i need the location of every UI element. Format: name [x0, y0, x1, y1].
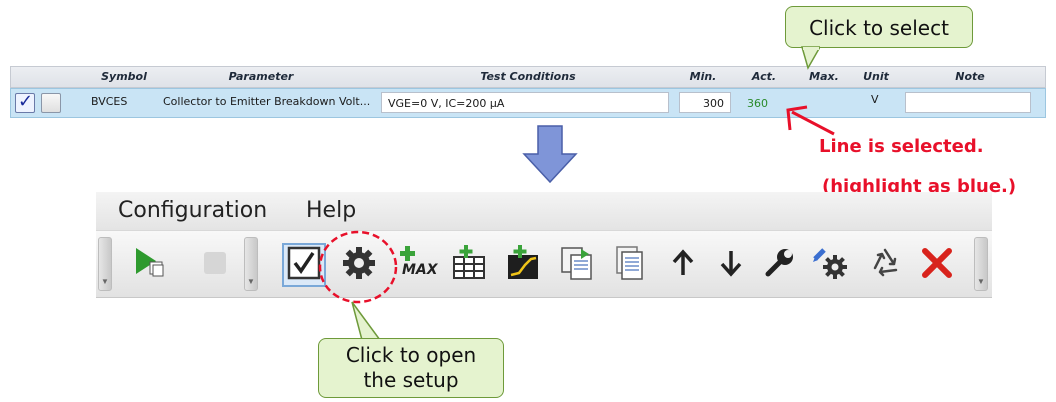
- test-item-table: Symbol Parameter Test Conditions Min. Ac…: [10, 66, 1046, 118]
- callout-pointer-bottom: [351, 301, 382, 341]
- menu-configuration[interactable]: Configuration: [118, 198, 267, 223]
- recycle-button[interactable]: [866, 244, 904, 282]
- copy-button[interactable]: [558, 244, 596, 282]
- cell-symbol: BVCES: [91, 95, 128, 108]
- callout-click-to-open: Click to open the setup: [318, 338, 504, 398]
- copy-icon: [561, 247, 592, 280]
- header-unit: Unit: [863, 70, 889, 83]
- table-header: Symbol Parameter Test Conditions Min. Ac…: [10, 66, 1046, 88]
- edit-settings-button[interactable]: [812, 244, 850, 282]
- header-parameter: Parameter: [228, 70, 294, 83]
- line-selected-note: Line is selected.: [819, 136, 984, 157]
- add-max-button[interactable]: MAX: [396, 244, 442, 282]
- table-row-selected[interactable]: BVCES Collector to Emitter Breakdown Vol…: [10, 88, 1046, 118]
- header-test-conditions: Test Conditions: [480, 70, 576, 83]
- min-field[interactable]: 300: [679, 92, 731, 113]
- cell-parameter: Collector to Emitter Breakdown Volt...: [163, 95, 371, 108]
- run-icon: [136, 248, 164, 277]
- add-table-button[interactable]: [450, 244, 488, 282]
- stop-icon: [204, 252, 226, 274]
- row-select-button[interactable]: [41, 93, 61, 113]
- add-graph-button[interactable]: [504, 244, 542, 282]
- arrow-down-icon: [720, 251, 742, 277]
- run-button[interactable]: [130, 244, 168, 282]
- enable-checkbox[interactable]: [15, 91, 35, 113]
- toolbar-grip-mid[interactable]: ▼: [244, 237, 258, 291]
- header-symbol: Symbol: [101, 70, 147, 83]
- header-min: Min.: [689, 70, 717, 83]
- max-label: MAX: [402, 262, 438, 278]
- menu-help[interactable]: Help: [306, 198, 356, 223]
- move-down-button[interactable]: [712, 244, 750, 282]
- move-up-button[interactable]: [664, 244, 702, 282]
- toolbar-grip-left[interactable]: ▼: [98, 237, 112, 291]
- recycle-icon: [873, 248, 898, 277]
- callout-click-to-open-line1: Click to open: [345, 343, 477, 367]
- menu-bar: Configuration Help: [96, 192, 992, 230]
- arrow-up-icon: [672, 249, 694, 275]
- cell-act: 360: [747, 97, 768, 110]
- wrench-button[interactable]: [760, 244, 798, 282]
- delete-button[interactable]: [918, 244, 956, 282]
- callout-click-to-select-text: Click to select: [809, 16, 949, 40]
- paste-icon: [616, 246, 643, 280]
- callout-click-to-open-line2: the setup: [363, 368, 459, 392]
- callout-pointer: [801, 46, 820, 70]
- toolbar-grip-right[interactable]: ▼: [974, 237, 988, 291]
- delete-icon: [922, 248, 952, 278]
- toolbar: ▼ ▼ MAX ▼: [96, 230, 992, 298]
- wrench-icon: [765, 249, 793, 277]
- note-field[interactable]: [905, 92, 1031, 113]
- paste-button[interactable]: [610, 244, 648, 282]
- highlight-circle: [318, 230, 398, 304]
- add-table-icon: [453, 245, 485, 279]
- stop-button[interactable]: [196, 244, 234, 282]
- down-arrow-icon: [522, 125, 578, 184]
- header-note: Note: [955, 70, 985, 83]
- test-conditions-field[interactable]: VGE=0 V, IC=200 µA: [381, 92, 669, 113]
- edit-settings-icon: [813, 248, 847, 279]
- add-graph-icon: [508, 245, 538, 279]
- cell-unit: V: [871, 93, 879, 106]
